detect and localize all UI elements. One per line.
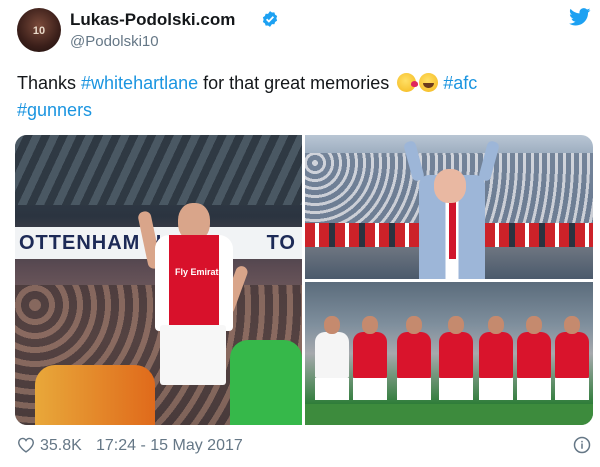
info-icon[interactable] (573, 436, 591, 454)
hashtag-gunners[interactable]: #gunners (17, 100, 92, 120)
player-head (526, 316, 542, 334)
tweet-text-start: Thanks (17, 73, 82, 93)
team-players (305, 302, 593, 402)
manager-head (434, 169, 466, 203)
avatar-number: 10 (32, 25, 46, 37)
player-head (564, 316, 580, 334)
author-avatar[interactable]: 10 (17, 8, 61, 52)
pitch (305, 404, 593, 425)
player (315, 332, 349, 400)
player (397, 332, 431, 400)
author-handle[interactable]: @Podolski10 (70, 33, 159, 50)
grinning-face-emoji-icon (419, 73, 439, 92)
fan-green-shirt (230, 340, 302, 425)
player-head (488, 316, 504, 334)
player (517, 332, 551, 400)
tweet-timestamp[interactable]: 17:24 - 15 May 2017 (96, 437, 243, 455)
face-blowing-kiss-emoji-icon (397, 73, 419, 92)
steward-vest (35, 365, 155, 425)
embedded-tweet: 10 Lukas-Podolski.com @Podolski10 Thanks… (0, 0, 600, 467)
player (439, 332, 473, 400)
red-jersey: Fly Emirates (155, 235, 233, 331)
verified-badge-icon (262, 11, 278, 27)
player (353, 332, 387, 400)
heart-icon[interactable] (17, 437, 35, 453)
hashtag-afc[interactable]: #afc (443, 73, 477, 93)
photo-celebration-crowd[interactable]: OTTENHAM HO TO Fly Emirates (15, 135, 302, 425)
player (479, 332, 513, 400)
media-grid: OTTENHAM HO TO Fly Emirates (15, 135, 593, 425)
player-head (448, 316, 464, 334)
player (555, 332, 589, 400)
white-shorts (160, 325, 226, 385)
twitter-bird-icon[interactable] (569, 8, 591, 26)
player-head (406, 316, 422, 334)
photo-team-celebration[interactable] (305, 282, 593, 425)
tweet-text-middle: for that great memories (198, 73, 395, 93)
hashtag-whitehartlane[interactable]: #whitehartlane (81, 73, 198, 93)
like-count[interactable]: 35.8K (40, 437, 82, 455)
tweet-text: Thanks #whitehartlane for that great mem… (17, 70, 587, 124)
player-head (362, 316, 378, 334)
stadium-roof (15, 135, 302, 205)
player-head (324, 316, 340, 334)
photo-manager-celebrating[interactable] (305, 135, 593, 279)
author-display-name[interactable]: Lukas-Podolski.com (70, 10, 235, 30)
